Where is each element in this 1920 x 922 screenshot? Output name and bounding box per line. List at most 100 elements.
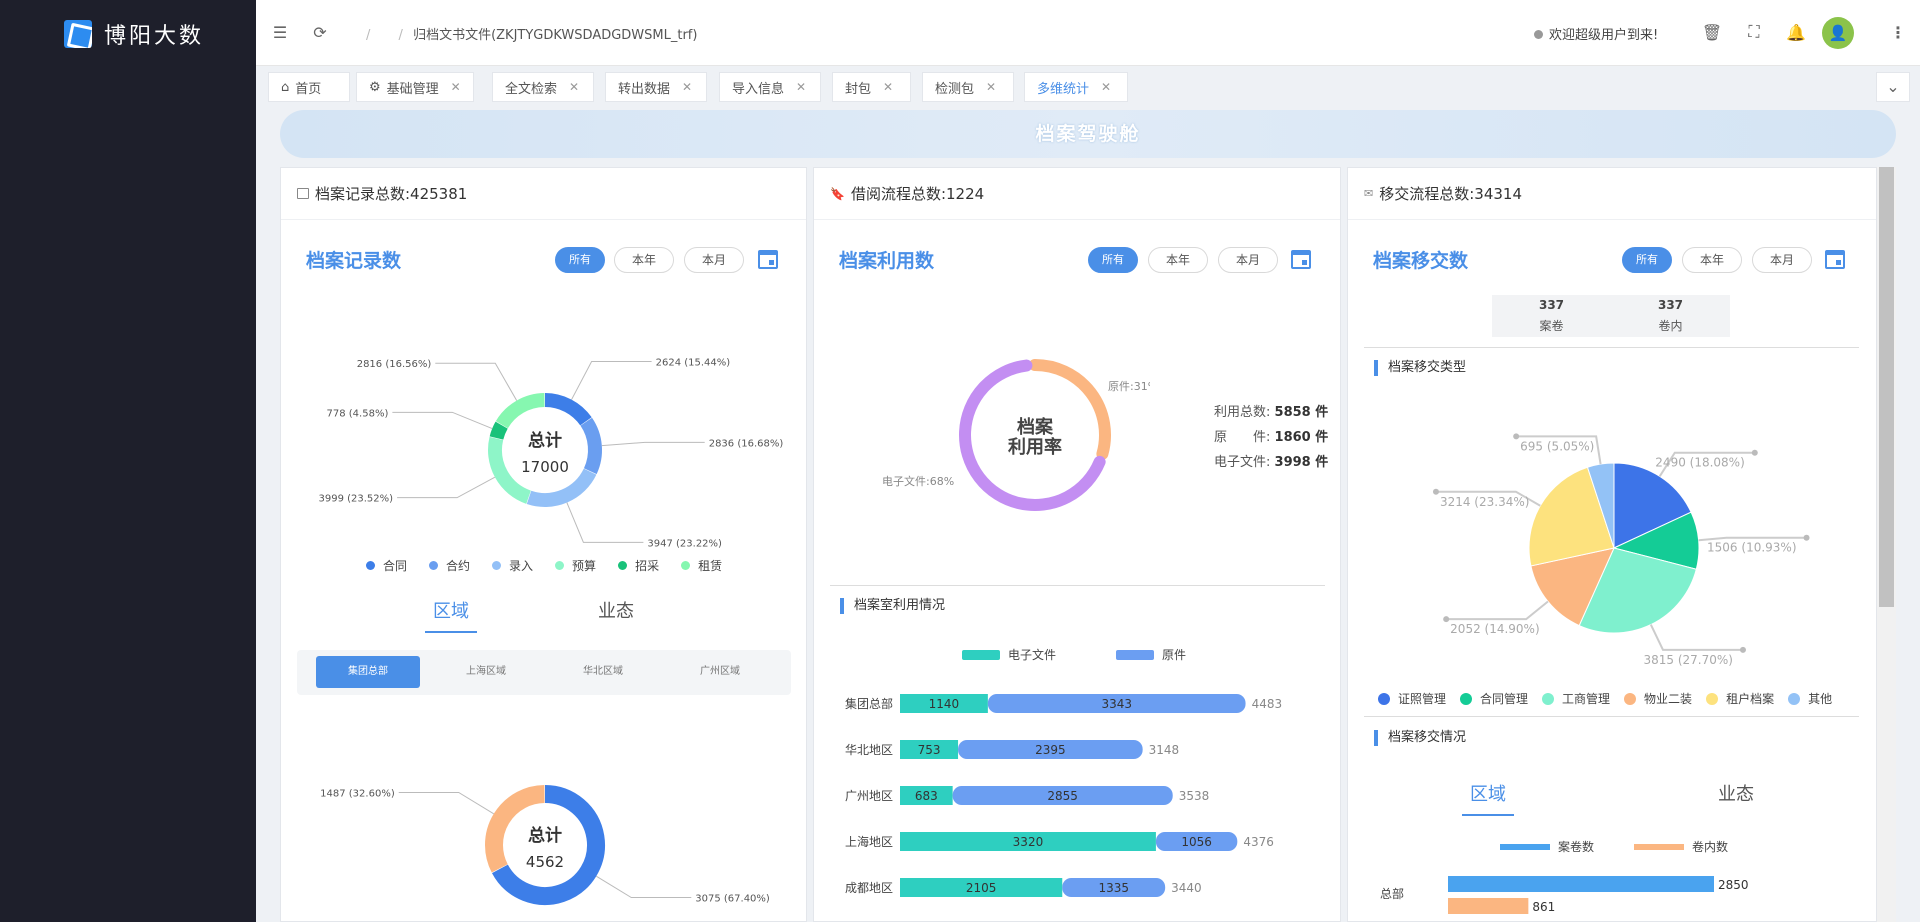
calendar-icon[interactable] (1291, 250, 1311, 269)
filter-year[interactable]: 本年 (1682, 247, 1742, 273)
legend-item[interactable]: 招采 (618, 557, 659, 574)
legend-item[interactable]: 租赁 (681, 557, 722, 574)
fullscreen-icon[interactable]: ⛶ (1744, 22, 1764, 42)
region-north[interactable]: 华北区域 (551, 656, 655, 688)
close-icon[interactable]: ✕ (883, 80, 893, 94)
close-icon[interactable]: ✕ (682, 80, 692, 94)
region-shanghai[interactable]: 上海区域 (434, 656, 538, 688)
tab-home[interactable]: ⌂ 首页 (268, 72, 350, 102)
tab-package[interactable]: 封包 ✕ (832, 72, 911, 102)
stat-value: 3998 件 (1274, 455, 1329, 470)
legend-item[interactable]: 物业二装 (1624, 690, 1692, 707)
leader-line (398, 791, 495, 815)
more-icon[interactable]: ⋮ (1888, 22, 1908, 42)
bell-icon[interactable]: 🔔 (1786, 22, 1806, 42)
filter-all[interactable]: 所有 (1622, 247, 1672, 273)
legend-dot (1624, 692, 1637, 705)
legend-item[interactable]: 录入 (492, 557, 533, 574)
close-icon[interactable]: ✕ (569, 80, 579, 94)
tab-label: 首页 (295, 81, 322, 97)
data-label: 3214 (23.34%) (1440, 495, 1529, 509)
logo-icon (64, 20, 92, 48)
filter-all[interactable]: 所有 (555, 247, 605, 273)
leader-line (435, 362, 518, 401)
bar-value: 3343 (1101, 697, 1132, 711)
tab-label: 全文检索 (505, 81, 558, 97)
region-guangzhou[interactable]: 广州区域 (668, 656, 772, 688)
legend-item[interactable]: 其他 (1788, 690, 1832, 707)
subtab-business[interactable]: 业态 (598, 597, 634, 623)
home-icon: ⌂ (281, 79, 290, 95)
panel-header-text: 档案记录总数:425381 (315, 185, 468, 203)
tab-export-data[interactable]: 转出数据 ✕ (605, 72, 707, 102)
legend-label: 工商管理 (1562, 692, 1611, 706)
legend-items: 卷内数 (1634, 838, 1728, 855)
tab-basic-management[interactable]: ⚙ 基础管理 ✕ (356, 72, 474, 102)
chevron-down-icon[interactable]: ⌄ (1876, 72, 1910, 102)
legend-item[interactable]: 租户档案 (1706, 690, 1774, 707)
usage-stats: 利用总数: 5858 件 原 件: 1860 件 电子文件: 3998 件 (1214, 400, 1328, 475)
mail-icon: ✉ (1364, 187, 1374, 200)
legend-label: 其他 (1808, 692, 1833, 706)
menu-fold-icon[interactable]: ☰ (270, 22, 290, 42)
donut-center-label: 总计 (528, 430, 562, 451)
data-label: 1506 (10.93%) (1707, 541, 1796, 555)
refresh-icon[interactable]: ⟳ (310, 22, 330, 42)
tab-check-package[interactable]: 检测包 ✕ (922, 72, 1014, 102)
subtab-region[interactable]: 区域 (425, 597, 477, 633)
legend-item[interactable]: 证照管理 (1378, 690, 1446, 707)
tab-fulltext-search[interactable]: 全文检索 ✕ (492, 72, 594, 102)
calendar-icon[interactable] (1825, 250, 1845, 269)
breadcrumb-current[interactable]: 归档文书文件(ZKJTYGDKWSDADGDWSML_trf) (413, 28, 697, 43)
scrollbar-thumb[interactable] (1879, 167, 1894, 607)
leader-line (566, 502, 644, 543)
data-label: 3815 (27.70%) (1643, 653, 1732, 667)
leader-dot (1739, 646, 1746, 653)
leader-dot (1803, 534, 1810, 541)
legend-item[interactable]: 合同 (366, 557, 407, 574)
scrollbar[interactable] (1877, 167, 1896, 922)
data-label: 2836 (16.68%) (709, 438, 784, 449)
subtab-business[interactable]: 业态 (1718, 780, 1754, 806)
close-icon[interactable]: ✕ (986, 80, 996, 94)
tab-import-info[interactable]: 导入信息 ✕ (719, 72, 821, 102)
bar-value: 2395 (1035, 743, 1066, 757)
filter-month[interactable]: 本月 (1752, 247, 1812, 273)
panel-header-text: 借阅流程总数:1224 (850, 185, 985, 203)
avatar[interactable]: 👤 (1822, 17, 1854, 49)
section-title: 档案记录数 (306, 250, 402, 272)
filter-year[interactable]: 本年 (614, 247, 674, 273)
legend-item[interactable]: 合约 (429, 557, 470, 574)
dashboard-banner: 档案驾驶舱 (280, 110, 1896, 158)
calendar-icon[interactable] (758, 250, 778, 269)
trash-icon[interactable]: 🗑 (1702, 22, 1722, 42)
legend-dot (1542, 692, 1555, 705)
close-icon[interactable]: ✕ (796, 80, 806, 94)
legend-item[interactable]: 合同管理 (1460, 690, 1528, 707)
tab-label: 转出数据 (618, 81, 671, 97)
usage-label: 档案室利用情况 (840, 598, 945, 614)
legend-label: 原件 (1162, 648, 1187, 662)
transfer-pie-chart: 2490 (18.08%) 1506 (10.93%) 3815 (27.70%) 2… (1432, 433, 1810, 667)
leader-line (595, 875, 692, 899)
stat-key: 原 件: (1214, 430, 1271, 445)
app-logo[interactable]: 博阳大数 (64, 18, 204, 50)
top-bar: ☰ ⟳ / / 归档文书文件(ZKJTYGDKWSDADGDWSML_trf) … (256, 0, 1920, 66)
filter-month[interactable]: 本月 (1218, 247, 1278, 273)
filter-year[interactable]: 本年 (1148, 247, 1208, 273)
tab-multidim-stats[interactable]: 多维统计 ✕ (1024, 72, 1128, 102)
legend-item[interactable]: 工商管理 (1542, 690, 1610, 707)
filter-all[interactable]: 所有 (1088, 247, 1138, 273)
legend-item[interactable]: 预算 (555, 557, 596, 574)
region-hq[interactable]: 集团总部 (316, 656, 420, 688)
close-icon[interactable]: ✕ (1101, 80, 1111, 94)
category-label: 华北地区 (845, 743, 893, 757)
subtab-region[interactable]: 区域 (1462, 780, 1514, 816)
transfer-summary: 337 案卷 337 卷内 (1492, 295, 1730, 337)
close-icon[interactable]: ✕ (451, 80, 461, 94)
filter-month[interactable]: 本月 (684, 247, 744, 273)
logo-text: 博阳大数 (104, 24, 205, 49)
usage-legend: 电子文件 原件 (962, 646, 1186, 663)
usage-bar-chart: 集团总部 1140 3343 4483 华北地区 753 2395 3148 广州地区 683 28… (845, 694, 1282, 897)
legend-label: 电子文件 (1008, 648, 1057, 662)
